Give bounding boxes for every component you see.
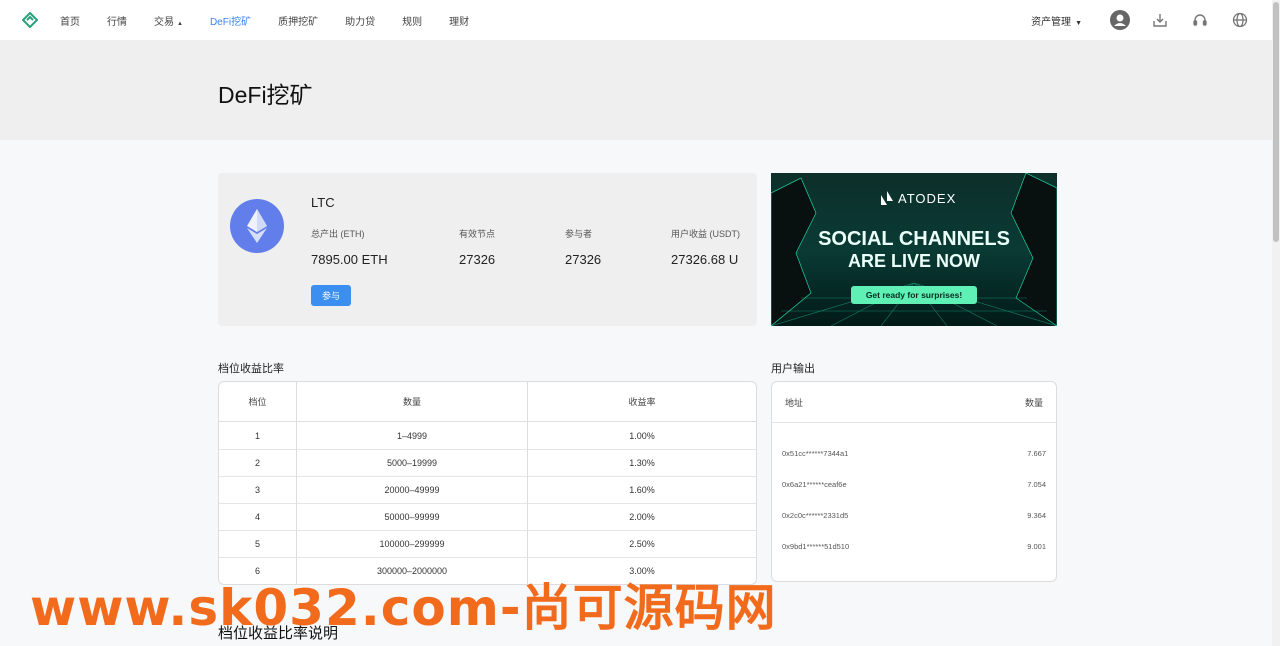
table-cell: 4 xyxy=(219,503,296,530)
asset-management-menu[interactable]: 资产管理 ▼ xyxy=(1031,13,1082,28)
address: 0x2c0c******2331d5 xyxy=(782,511,849,520)
coin-name: LTC xyxy=(311,195,335,210)
list-item: 0x6a21******ceaf6e 7.054 xyxy=(772,469,1056,500)
promo-banner[interactable]: ATODEX SOCIAL CHANNELS ARE LIVE NOW Get … xyxy=(771,173,1057,326)
stat-label: 总产出 (ETH) xyxy=(311,229,365,239)
banner-cta[interactable]: Get ready for surprises! xyxy=(851,286,977,304)
nav-finance[interactable]: 理财 xyxy=(449,13,469,28)
caret-down-icon: ▼ xyxy=(1075,19,1082,27)
column-header: 数量 xyxy=(296,382,527,422)
stat-value: 27326 xyxy=(459,252,496,267)
table-cell: 1.00% xyxy=(527,422,756,449)
stat-active-nodes: 有效节点 27326 xyxy=(459,227,495,267)
page-title: DeFi挖矿 xyxy=(218,82,313,108)
address: 0x9bd1******51d510 xyxy=(782,542,850,551)
banner-headline-1: SOCIAL CHANNELS xyxy=(818,228,1010,250)
stat-value: 27326.68 U xyxy=(671,252,739,267)
top-navigation: 首页 行情 交易 ▲ DeFi挖矿 质押挖矿 助力贷 规则 理财 资产管理 ▼ xyxy=(0,0,1272,40)
stat-participants: 参与者 27326 xyxy=(565,227,601,267)
table-row: 2 5000–19999 1.30% xyxy=(219,449,756,476)
table-cell: 2.50% xyxy=(527,530,756,557)
nav-market[interactable]: 行情 xyxy=(107,13,127,28)
table-row: 3 20000–49999 1.60% xyxy=(219,476,756,503)
user-icon[interactable] xyxy=(1110,10,1130,30)
list-item: 0x2c0c******2331d5 9.364 xyxy=(772,500,1056,531)
amount: 7.054 xyxy=(1027,480,1046,489)
table-cell: 1–4999 xyxy=(296,422,527,449)
list-item: 0x51cc******7344a1 7.667 xyxy=(772,438,1056,469)
nav-loan[interactable]: 助力贷 xyxy=(345,13,375,28)
logo-icon[interactable] xyxy=(22,12,38,28)
stat-user-earnings: 用户收益 (USDT) 27326.68 U xyxy=(671,227,740,267)
amount: 9.001 xyxy=(1027,542,1046,551)
caret-up-icon: ▲ xyxy=(177,20,183,27)
mining-pool-card: LTC 总产出 (ETH) 7895.00 ETH 有效节点 27326 参与者… xyxy=(218,173,757,326)
stat-label: 有效节点 xyxy=(459,229,496,239)
column-header: 地址 xyxy=(785,397,804,408)
rates-section-title: 档位收益比率 xyxy=(218,363,284,375)
table-cell: 100000–299999 xyxy=(296,530,527,557)
download-icon[interactable] xyxy=(1150,10,1170,30)
table-cell: 1.30% xyxy=(527,449,756,476)
globe-icon[interactable] xyxy=(1230,10,1250,30)
column-header: 收益率 xyxy=(527,382,756,422)
headset-icon[interactable] xyxy=(1190,10,1210,30)
banner-brand: ATODEX xyxy=(898,191,957,206)
amount: 9.364 xyxy=(1027,511,1046,520)
banner-headline-2: ARE LIVE NOW xyxy=(847,251,980,271)
column-header: 数量 xyxy=(1024,397,1043,408)
amount: 7.667 xyxy=(1027,449,1046,458)
address: 0x51cc******7344a1 xyxy=(782,449,849,458)
output-section-title: 用户输出 xyxy=(771,363,815,375)
ethereum-icon xyxy=(230,199,284,253)
address: 0x6a21******ceaf6e xyxy=(782,480,847,489)
table-row: 1 1–4999 1.00% xyxy=(219,422,756,449)
nav-defi-mining[interactable]: DeFi挖矿 xyxy=(210,13,251,28)
join-button[interactable]: 参与 xyxy=(311,285,351,306)
nav-home[interactable]: 首页 xyxy=(60,13,80,28)
table-cell: 5 xyxy=(219,530,296,557)
table-cell: 3 xyxy=(219,476,296,503)
scrollbar[interactable] xyxy=(1272,0,1280,646)
user-output-list: 地址 数量 0x51cc******7344a1 7.667 0x6a21****… xyxy=(771,381,1057,582)
table-row: 4 50000–99999 2.00% xyxy=(219,503,756,530)
page-header: DeFi挖矿 xyxy=(0,40,1272,140)
stat-total-output: 总产出 (ETH) 7895.00 ETH xyxy=(311,227,388,267)
table-cell: 50000–99999 xyxy=(296,503,527,530)
table-row: 5 100000–299999 2.50% xyxy=(219,530,756,557)
scrollbar-thumb[interactable] xyxy=(1273,2,1279,242)
table-cell: 2 xyxy=(219,449,296,476)
column-header: 档位 xyxy=(219,382,296,422)
list-item: 0x9bd1******51d510 9.001 xyxy=(772,531,1056,562)
table-cell: 1.60% xyxy=(527,476,756,503)
stat-value: 27326 xyxy=(565,252,602,267)
table-cell: 20000–49999 xyxy=(296,476,527,503)
watermark-text: www.sk032.com-尚可源码网 xyxy=(30,579,777,637)
stat-value: 7895.00 ETH xyxy=(311,252,388,267)
stat-label: 用户收益 (USDT) xyxy=(671,229,740,239)
nav-trade[interactable]: 交易 ▲ xyxy=(154,13,183,28)
table-cell: 2.00% xyxy=(527,503,756,530)
table-header-row: 档位 数量 收益率 xyxy=(219,382,756,422)
nav-staking-mining[interactable]: 质押挖矿 xyxy=(278,13,318,28)
stat-label: 参与者 xyxy=(565,229,593,239)
nav-rules[interactable]: 规则 xyxy=(402,13,422,28)
table-cell: 1 xyxy=(254,430,260,441)
output-header-row: 地址 数量 xyxy=(772,382,1056,423)
table-cell: 5000–19999 xyxy=(296,449,527,476)
rates-table: 档位 数量 收益率 1 1–4999 1.00% 2 5000–19999 1.30% … xyxy=(218,381,757,585)
